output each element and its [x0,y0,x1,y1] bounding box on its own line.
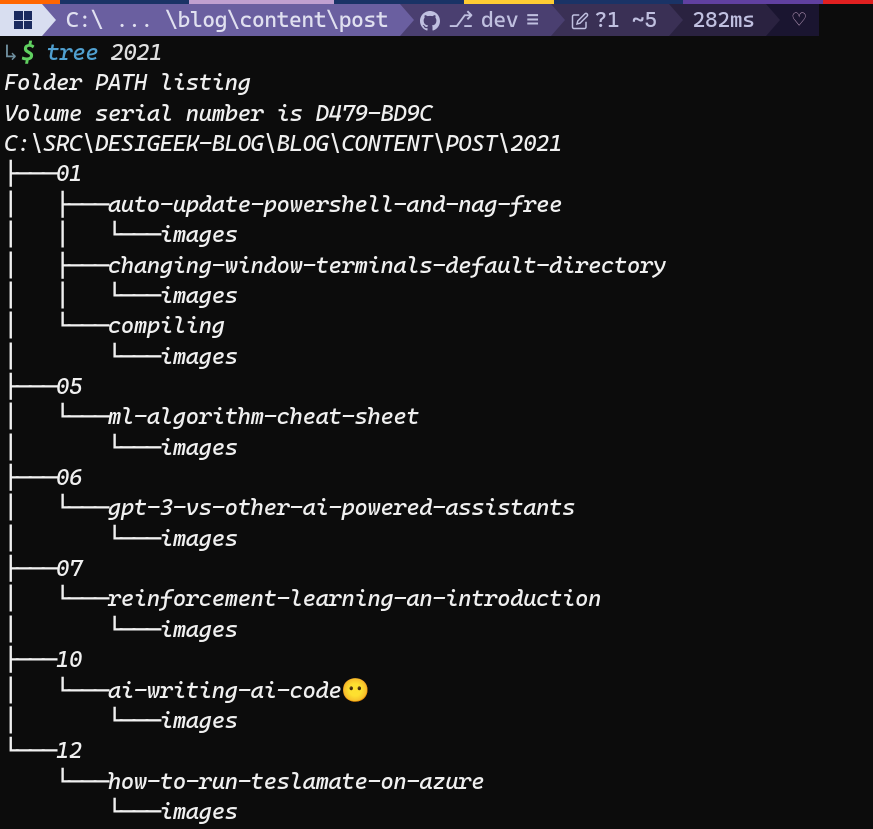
tree-line: │ └───images [4,706,869,736]
git-branch: dev [481,8,518,33]
timing-segment: 282ms [669,4,767,36]
tree-line: ├───05 [4,372,869,402]
output-header-2: Volume serial number is D479-BD9C [4,99,869,129]
git-segment: ⎇ dev ≡ [400,4,550,36]
git-changes: ?1 ~5 [595,8,657,33]
tree-line: │ └───images [4,615,869,645]
current-path: C:\ ... \blog\content\post [66,8,388,33]
command-time: 282ms [693,8,755,33]
tree-line: │ ├───auto-update-powershell-and-nag-fre… [4,190,869,220]
tree-line: │ └───images [4,433,869,463]
prompt-line: ↳ $ tree 2021 [4,38,869,68]
windows-icon [14,11,32,29]
tree-line: │ └───gpt-3-vs-other-ai-powered-assistan… [4,493,869,523]
tree-line: │ │ └───images [4,281,869,311]
tree-line: └───images [4,797,869,827]
tree-line: ├───01 [4,159,869,189]
prompt-status-bar: C:\ ... \blog\content\post ⎇ dev ≡ ?1 ~5… [0,4,873,36]
git-branch-suffix: ≡ [526,8,538,33]
emoji-icon: 😶 [341,678,369,704]
tree-line: └───12 [4,736,869,766]
edit-icon [571,8,589,33]
tree-line: │ │ └───images [4,220,869,250]
path-segment: C:\ ... \blog\content\post [42,4,400,36]
tree-line: │ ├───changing-window-terminals-default-… [4,251,869,281]
tree-line: │ └───compiling [4,311,869,341]
command-argument: 2021 [110,38,162,68]
github-icon [420,8,440,33]
changes-segment: ?1 ~5 [551,4,669,36]
tree-line: │ └───ml-algorithm-cheat-sheet [4,402,869,432]
output-header-1: Folder PATH listing [4,68,869,98]
tree-line: │ └───ai-writing-ai-code😶 [4,676,869,706]
prompt-arrow-icon: ↳ [4,38,17,68]
tree-line: │ └───images [4,524,869,554]
command-name: tree [46,38,98,68]
tree-line: └───how-to-run-teslamate-on-azure [4,767,869,797]
terminal-output[interactable]: ↳ $ tree 2021 Folder PATH listing Volume… [0,36,873,829]
tree-line: ├───06 [4,463,869,493]
tree-line: │ └───images [4,342,869,372]
prompt-symbol: $ [21,38,34,68]
tree-line: ├───10 [4,645,869,675]
heart-icon: ♡ [792,8,805,33]
output-root-path: C:\SRC\DESIGEEK-BLOG\BLOG\CONTENT\POST\2… [4,129,869,159]
tree-line: ├───07 [4,554,869,584]
os-segment [0,4,42,36]
tree-line: │ └───reinforcement-learning-an-introduc… [4,584,869,614]
